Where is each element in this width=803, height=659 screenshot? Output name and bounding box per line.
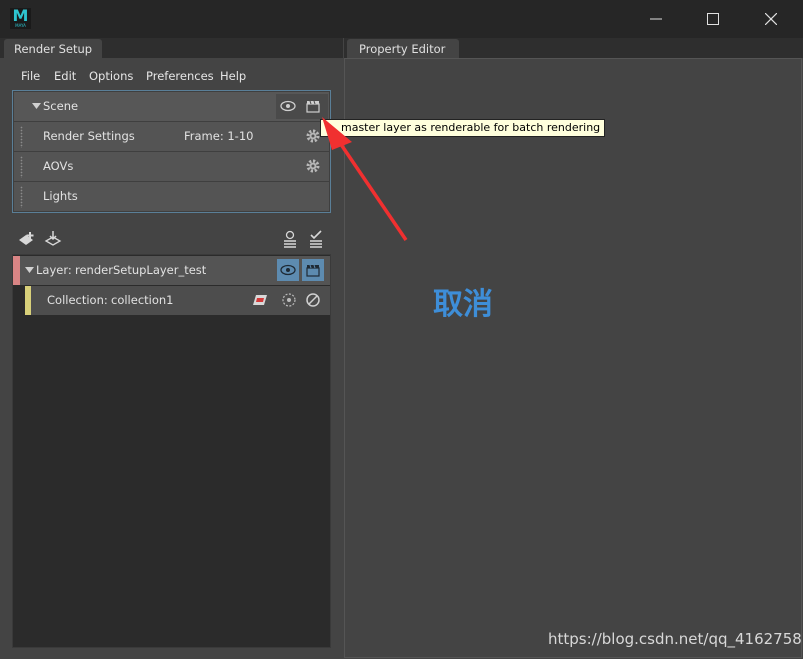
collection-enable-button[interactable]: [302, 289, 324, 311]
disable-icon: [306, 293, 320, 307]
scene-visibility-button[interactable]: [277, 95, 299, 117]
close-button[interactable]: [742, 0, 800, 38]
menu-file[interactable]: File: [21, 69, 40, 85]
logo-subtext: MAYA: [15, 23, 26, 28]
logo-letter: M: [12, 6, 29, 25]
add-layer-icon: [19, 232, 34, 245]
eye-icon: [280, 100, 296, 112]
drag-handle-icon[interactable]: [20, 186, 23, 208]
layer-tree: Layer: renderSetupLayer_test Collection:…: [12, 254, 331, 648]
maximize-button[interactable]: [684, 0, 742, 38]
collection-color-strip: [25, 286, 31, 315]
layer-renderable-button[interactable]: [302, 259, 324, 281]
scene-section: Scene Render Settings Frame: 1-10 AOVs L…: [12, 90, 331, 213]
collection-name: collection1: [111, 293, 174, 307]
layer-visibility-button[interactable]: [277, 259, 299, 281]
collection-isolate-button[interactable]: [278, 289, 300, 311]
import-icon: [44, 231, 62, 246]
clapperboard-icon: [306, 100, 320, 113]
annotation-arrow-icon: [322, 117, 408, 241]
aovs-row[interactable]: AOVs: [14, 152, 329, 181]
annotation-text: 取消: [433, 287, 493, 322]
isolate-icon: [282, 293, 296, 307]
maya-logo-icon: M MAYA: [10, 8, 31, 29]
eye-icon: [280, 264, 296, 276]
lights-row[interactable]: Lights: [14, 182, 329, 211]
layer-name: renderSetupLayer_test: [75, 263, 207, 277]
menu-options[interactable]: Options: [89, 69, 133, 85]
aovs-label: AOVs: [43, 159, 74, 173]
menu-edit[interactable]: Edit: [54, 69, 76, 85]
window-titlebar: M MAYA: [0, 0, 803, 38]
minimize-icon: [650, 18, 662, 20]
scene-label: Scene: [43, 99, 79, 113]
expand-triangle-icon[interactable]: [32, 103, 41, 109]
collection-row[interactable]: Collection: collection1: [25, 286, 330, 315]
scene-header[interactable]: Scene: [14, 92, 329, 121]
create-layer-button[interactable]: [16, 228, 38, 250]
menu-help[interactable]: Help: [220, 69, 246, 85]
drag-handle-icon[interactable]: [20, 126, 23, 148]
layer-prefix: Layer:: [36, 263, 72, 277]
collection-prefix: Collection:: [47, 293, 108, 307]
collection-override-button[interactable]: [249, 289, 271, 311]
right-tabbar: Property Editor: [344, 38, 803, 58]
expand-triangle-icon[interactable]: [25, 267, 34, 273]
left-tabbar: Render Setup: [0, 38, 343, 58]
render-settings-row[interactable]: Render Settings Frame: 1-10: [14, 122, 329, 151]
tab-render-setup[interactable]: Render Setup: [4, 39, 103, 58]
watermark: https://blog.csdn.net/qq_41627587: [548, 630, 803, 648]
close-icon: [765, 13, 777, 25]
frame-range-text: Frame: 1-10: [184, 129, 254, 143]
tab-property-editor[interactable]: Property Editor: [347, 39, 460, 58]
menu-preferences[interactable]: Preferences: [146, 69, 214, 85]
solo-layers-button[interactable]: [279, 228, 301, 250]
minimize-button[interactable]: [627, 0, 685, 38]
layer-stack-icon: [284, 230, 296, 248]
layer-color-strip: [13, 256, 20, 285]
drag-handle-icon[interactable]: [20, 156, 23, 178]
override-icon: [253, 295, 267, 305]
layer-row[interactable]: Layer: renderSetupLayer_test: [13, 256, 330, 285]
import-button[interactable]: [42, 228, 64, 250]
clapperboard-icon: [306, 264, 320, 277]
lights-label: Lights: [43, 189, 78, 203]
maximize-icon: [707, 13, 719, 25]
render-settings-label: Render Settings: [43, 129, 135, 143]
